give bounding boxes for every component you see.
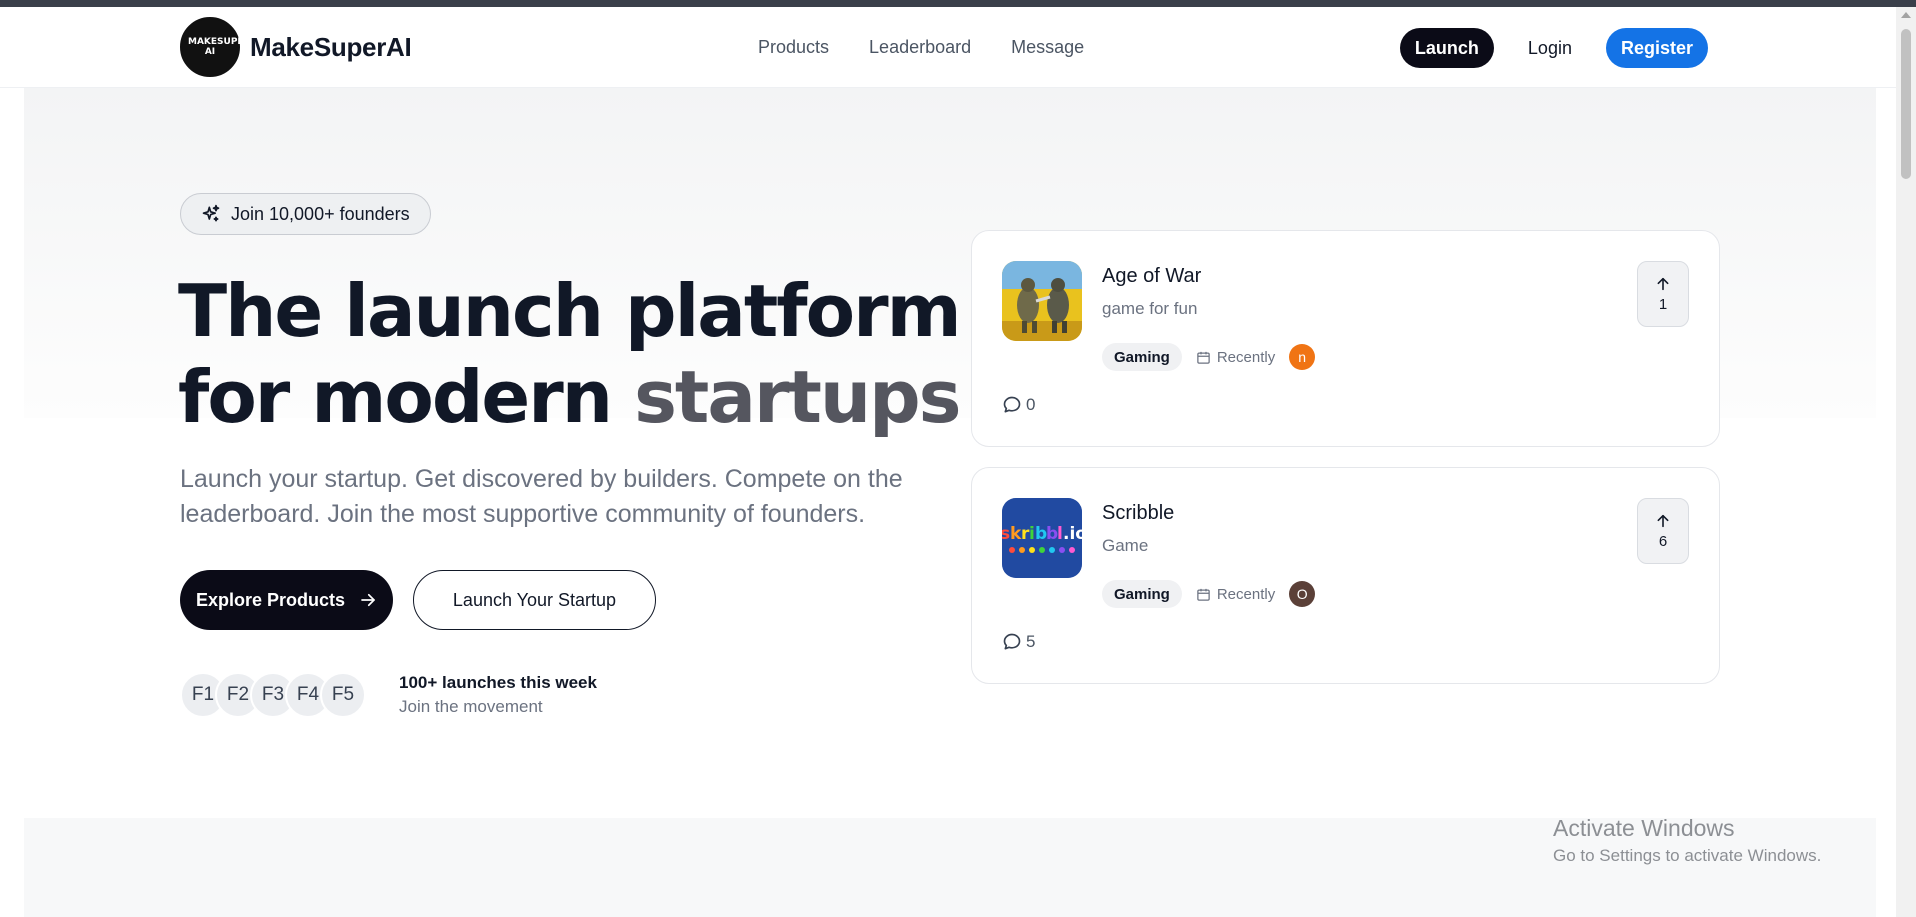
register-button[interactable]: Register [1605,28,1708,68]
launch-date: Recently [1196,586,1275,603]
launches-stat: 100+ launches this week Join the movemen… [399,673,597,717]
headline-line-2-dark: for modern [178,355,613,439]
watermark-title: Activate Windows [1553,815,1735,841]
launches-title: 100+ launches this week [399,673,597,692]
header-actions: Launch Login Register [1399,28,1708,68]
calendar-icon [1197,588,1210,601]
launch-date: Recently [1196,349,1275,366]
brand-name: MakeSuperAI [250,31,412,62]
maker-avatar[interactable]: O [1289,581,1316,607]
headline-line-1: The launch platform [178,269,962,353]
category-tag[interactable]: Gaming [1102,580,1182,608]
upvote-count: 1 [1658,295,1668,313]
scroll-up-icon[interactable] [1901,12,1911,18]
product-thumbnail [1002,261,1082,341]
product-thumbnail: s k r i b b l .io [1002,498,1082,578]
arrow-up-icon [1657,277,1669,290]
explore-products-button[interactable]: Explore Products [180,570,393,630]
upvote-button[interactable]: 1 [1637,261,1689,327]
product-meta: Gaming Recently O [1102,580,1316,608]
comments-count[interactable]: 5 [1002,632,1035,652]
explore-products-label: Explore Products [195,589,346,610]
svg-text:.io: .io [1063,524,1082,544]
product-description: game for fun [1102,299,1198,318]
founder-avatar: F5 [320,672,366,718]
arrow-right-icon [361,593,375,607]
logo-icon: MAKESUPER AI [180,17,251,77]
login-button[interactable]: Login [1508,28,1592,68]
watermark-subtitle: Go to Settings to activate Windows. [1553,846,1822,865]
scribble-thumbnail: s k r i b b l .io [1002,498,1082,578]
activate-windows-watermark: Activate Windows Go to Settings to activ… [1553,815,1821,866]
product-meta: Gaming Recently n [1102,343,1316,371]
browser-top-strip [0,0,1916,7]
category-tag[interactable]: Gaming [1102,343,1182,371]
calendar-icon [1197,351,1210,364]
upvote-button[interactable]: 6 [1637,498,1689,564]
logo-link[interactable]: MAKESUPER AI MakeSuperAI [180,17,412,77]
main-nav: Products Leaderboard Message [758,37,1084,58]
svg-text:i: i [1029,524,1035,544]
upvote-count: 6 [1658,532,1668,550]
comment-icon [1003,396,1021,413]
svg-text:s: s [1002,524,1010,544]
comment-icon [1003,633,1021,650]
comments-count-value: 5 [1026,632,1036,651]
hero-subtitle: Launch your startup. Get discovered by b… [180,465,903,528]
launch-date-label: Recently [1216,348,1276,366]
age-of-war-thumbnail [1002,261,1082,341]
product-title[interactable]: Scribble [1102,502,1174,525]
scrollbar-thumb[interactable] [1901,29,1911,179]
comments-count[interactable]: 0 [1002,395,1035,415]
badge-label: Join 10,000+ founders [231,203,410,224]
product-description: Game [1102,536,1149,555]
launch-date-label: Recently [1216,585,1276,603]
nav-leaderboard[interactable]: Leaderboard [869,37,971,58]
launch-button[interactable]: Launch [1399,28,1494,68]
hero-headline: The launch platform for modern startups [178,268,962,440]
svg-text:l: l [1057,524,1063,544]
nav-products[interactable]: Products [758,37,829,58]
site-header: MAKESUPER AI MakeSuperAI Products Leader… [0,7,1896,88]
launches-subtitle: Join the movement [399,697,543,716]
maker-avatar[interactable]: n [1289,344,1316,370]
product-title[interactable]: Age of War [1102,265,1201,288]
product-card[interactable]: s k r i b b l .io Scribble Game Gaming R… [971,467,1720,684]
founder-avatars: F1 F2 F3 F4 F5 [180,672,366,718]
nav-message[interactable]: Message [1011,37,1084,58]
arrow-up-icon [1657,514,1669,527]
founders-badge: Join 10,000+ founders [180,193,431,235]
headline-line-2-light: startups [634,355,961,439]
product-card[interactable]: Age of War game for fun Gaming Recently … [971,230,1720,447]
sparkles-icon [202,204,220,222]
page-scrollbar[interactable] [1896,7,1916,917]
launch-your-startup-button[interactable]: Launch Your Startup [413,570,656,630]
comments-count-value: 0 [1026,395,1036,414]
